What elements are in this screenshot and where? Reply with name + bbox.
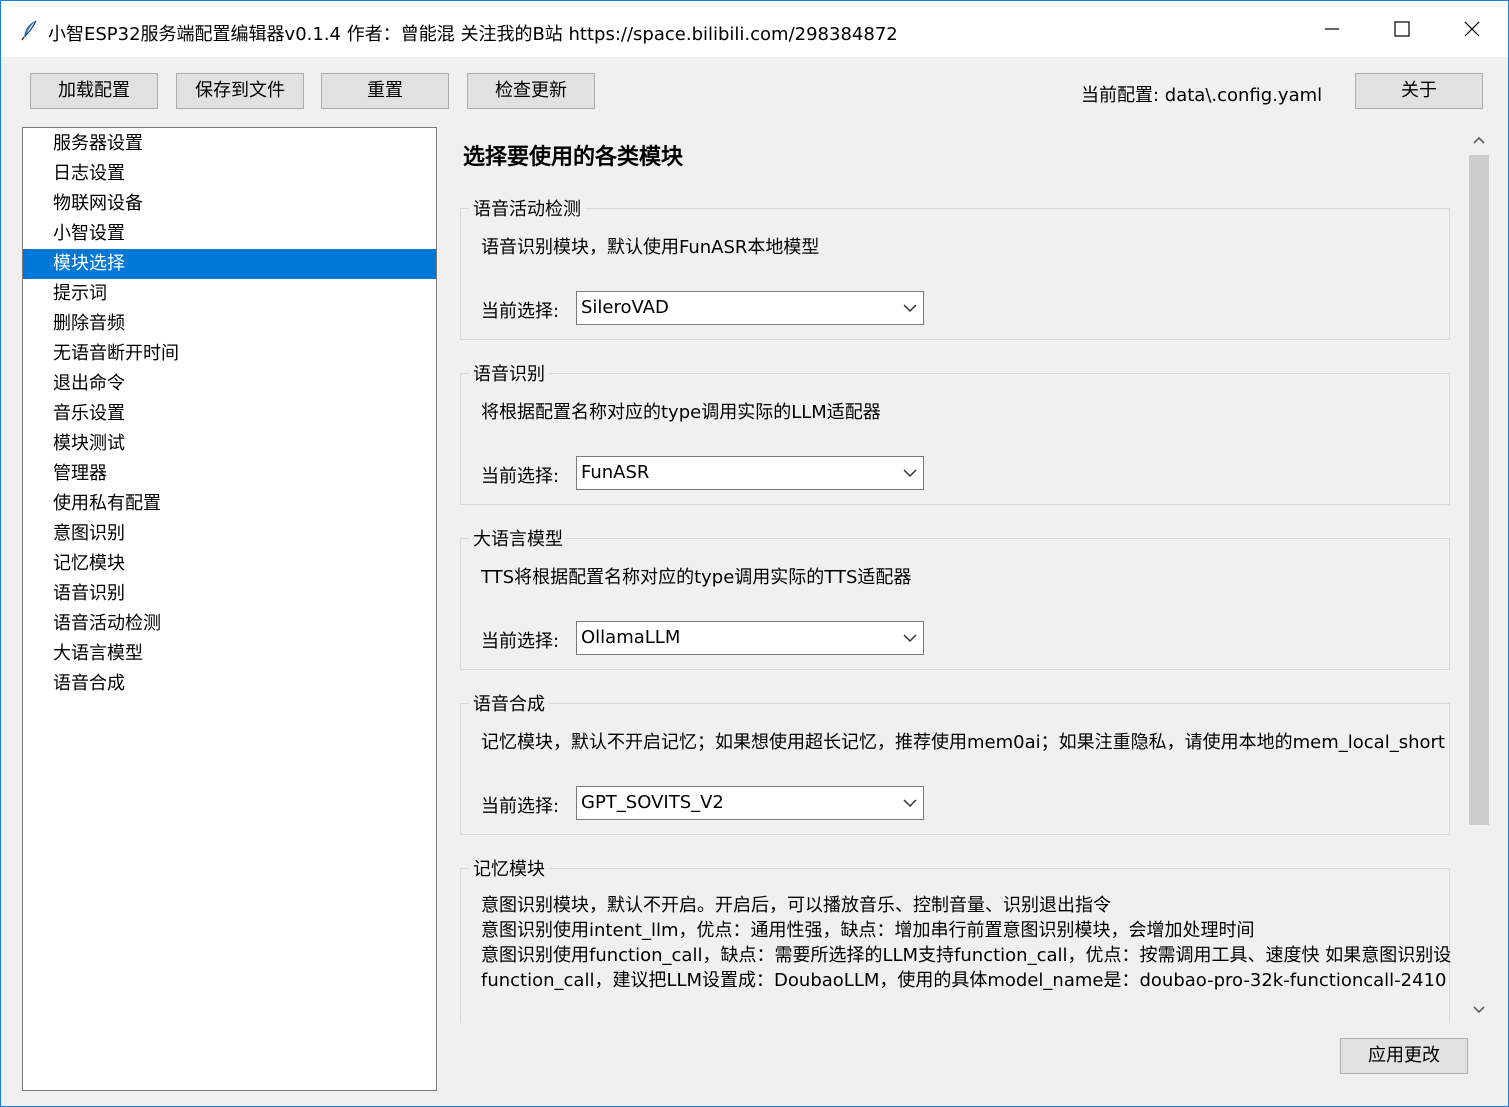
chevron-down-icon	[903, 304, 917, 313]
module-group-title: 语音合成	[469, 690, 549, 716]
check-update-button[interactable]: 检查更新	[467, 73, 595, 109]
sidebar-item-iot-devices[interactable]: 物联网设备	[23, 189, 436, 219]
module-selection-panel: 选择要使用的各类模块 语音活动检测 语音识别模块，默认使用FunASR本地模型 …	[443, 127, 1465, 1023]
sidebar-item-delete-audio[interactable]: 删除音频	[23, 309, 436, 339]
asr-select[interactable]: FunASR	[576, 456, 924, 490]
scrollbar-thumb[interactable]	[1469, 155, 1489, 825]
about-button[interactable]: 关于	[1355, 73, 1483, 109]
module-description: 语音识别模块，默认使用FunASR本地模型	[481, 237, 820, 258]
chevron-down-icon	[903, 634, 917, 643]
chevron-up-icon	[1473, 136, 1485, 144]
module-group-title: 记忆模块	[469, 855, 549, 881]
load-config-button[interactable]: 加载配置	[30, 73, 158, 109]
sidebar-item-vad[interactable]: 语音活动检测	[23, 609, 436, 639]
module-group-asr: 语音识别 将根据配置名称对应的type调用实际的LLM适配器 当前选择: Fun…	[460, 360, 1450, 505]
sidebar-item-private-config[interactable]: 使用私有配置	[23, 489, 436, 519]
vad-select[interactable]: SileroVAD	[576, 291, 924, 325]
module-group-tts: 语音合成 记忆模块，默认不开启记忆；如果想使用超长记忆，推荐使用mem0ai；如…	[460, 690, 1450, 835]
module-description: TTS将根据配置名称对应的type调用实际的TTS适配器	[481, 567, 912, 588]
close-icon	[1464, 21, 1480, 37]
sidebar-list[interactable]: 服务器设置 日志设置 物联网设备 小智设置 模块选择 提示词 删除音频 无语音断…	[22, 127, 437, 1091]
sidebar-item-memory[interactable]: 记忆模块	[23, 549, 436, 579]
scroll-down-button[interactable]	[1467, 997, 1491, 1023]
page-title: 选择要使用的各类模块	[463, 145, 684, 170]
save-to-file-button[interactable]: 保存到文件	[176, 73, 304, 109]
sidebar-item-module-selection[interactable]: 模块选择	[23, 249, 436, 279]
current-selection-label: 当前选择:	[481, 301, 560, 322]
module-group-vad: 语音活动检测 语音识别模块，默认使用FunASR本地模型 当前选择: Siler…	[460, 195, 1450, 340]
sidebar-item-no-voice-timeout[interactable]: 无语音断开时间	[23, 339, 436, 369]
feather-icon	[21, 20, 37, 41]
minimize-icon	[1325, 28, 1339, 30]
close-button[interactable]	[1437, 1, 1507, 57]
sidebar-item-server-settings[interactable]: 服务器设置	[23, 129, 436, 159]
window-title: 小智ESP32服务端配置编辑器v0.1.4 作者：曾能混 关注我的B站 http…	[48, 24, 898, 45]
llm-select[interactable]: OllamaLLM	[576, 621, 924, 655]
sidebar-item-intent[interactable]: 意图识别	[23, 519, 436, 549]
chevron-down-icon	[1473, 1006, 1485, 1014]
sidebar-item-music-settings[interactable]: 音乐设置	[23, 399, 436, 429]
sidebar-item-llm[interactable]: 大语言模型	[23, 639, 436, 669]
chevron-down-icon	[903, 799, 917, 808]
module-group-llm: 大语言模型 TTS将根据配置名称对应的type调用实际的TTS适配器 当前选择:…	[460, 525, 1450, 670]
module-group-title: 语音活动检测	[469, 195, 585, 221]
sidebar-item-log-settings[interactable]: 日志设置	[23, 159, 436, 189]
module-description: 意图识别模块，默认不开启。开启后，可以播放音乐、控制音量、识别退出指令 意图识别…	[481, 895, 1452, 991]
chevron-down-icon	[903, 469, 917, 478]
tts-select[interactable]: GPT_SOVITS_V2	[576, 786, 924, 820]
sidebar-item-exit-commands[interactable]: 退出命令	[23, 369, 436, 399]
sidebar-item-tts[interactable]: 语音合成	[23, 669, 436, 699]
selected-value: FunASR	[581, 462, 650, 483]
current-selection-label: 当前选择:	[481, 796, 560, 817]
vertical-scrollbar[interactable]	[1467, 127, 1491, 1023]
module-group-title: 语音识别	[469, 360, 549, 386]
selected-value: SileroVAD	[581, 297, 669, 318]
reset-button[interactable]: 重置	[321, 73, 449, 109]
current-selection-label: 当前选择:	[481, 631, 560, 652]
title-bar: 小智ESP32服务端配置编辑器v0.1.4 作者：曾能混 关注我的B站 http…	[1, 1, 1508, 57]
maximize-button[interactable]	[1367, 1, 1437, 57]
current-config-label: 当前配置: data\.config.yaml	[1081, 85, 1323, 106]
selected-value: OllamaLLM	[581, 627, 681, 648]
minimize-button[interactable]	[1297, 1, 1367, 57]
app-window: 小智ESP32服务端配置编辑器v0.1.4 作者：曾能混 关注我的B站 http…	[0, 0, 1509, 1107]
sidebar-item-asr[interactable]: 语音识别	[23, 579, 436, 609]
sidebar-item-module-test[interactable]: 模块测试	[23, 429, 436, 459]
scroll-up-button[interactable]	[1467, 127, 1491, 153]
maximize-icon	[1394, 21, 1410, 37]
module-description: 记忆模块，默认不开启记忆；如果想使用超长记忆，推荐使用mem0ai；如果注重隐私…	[481, 732, 1445, 753]
sidebar-item-manager[interactable]: 管理器	[23, 459, 436, 489]
module-group-memory: 记忆模块 意图识别模块，默认不开启。开启后，可以播放音乐、控制音量、识别退出指令…	[460, 855, 1452, 1023]
selected-value: GPT_SOVITS_V2	[581, 792, 724, 813]
current-selection-label: 当前选择:	[481, 466, 560, 487]
module-description: 将根据配置名称对应的type调用实际的LLM适配器	[481, 402, 881, 423]
sidebar-item-xiaozhi-settings[interactable]: 小智设置	[23, 219, 436, 249]
module-group-title: 大语言模型	[469, 525, 567, 551]
apply-changes-button[interactable]: 应用更改	[1340, 1038, 1468, 1074]
sidebar-item-prompt[interactable]: 提示词	[23, 279, 436, 309]
